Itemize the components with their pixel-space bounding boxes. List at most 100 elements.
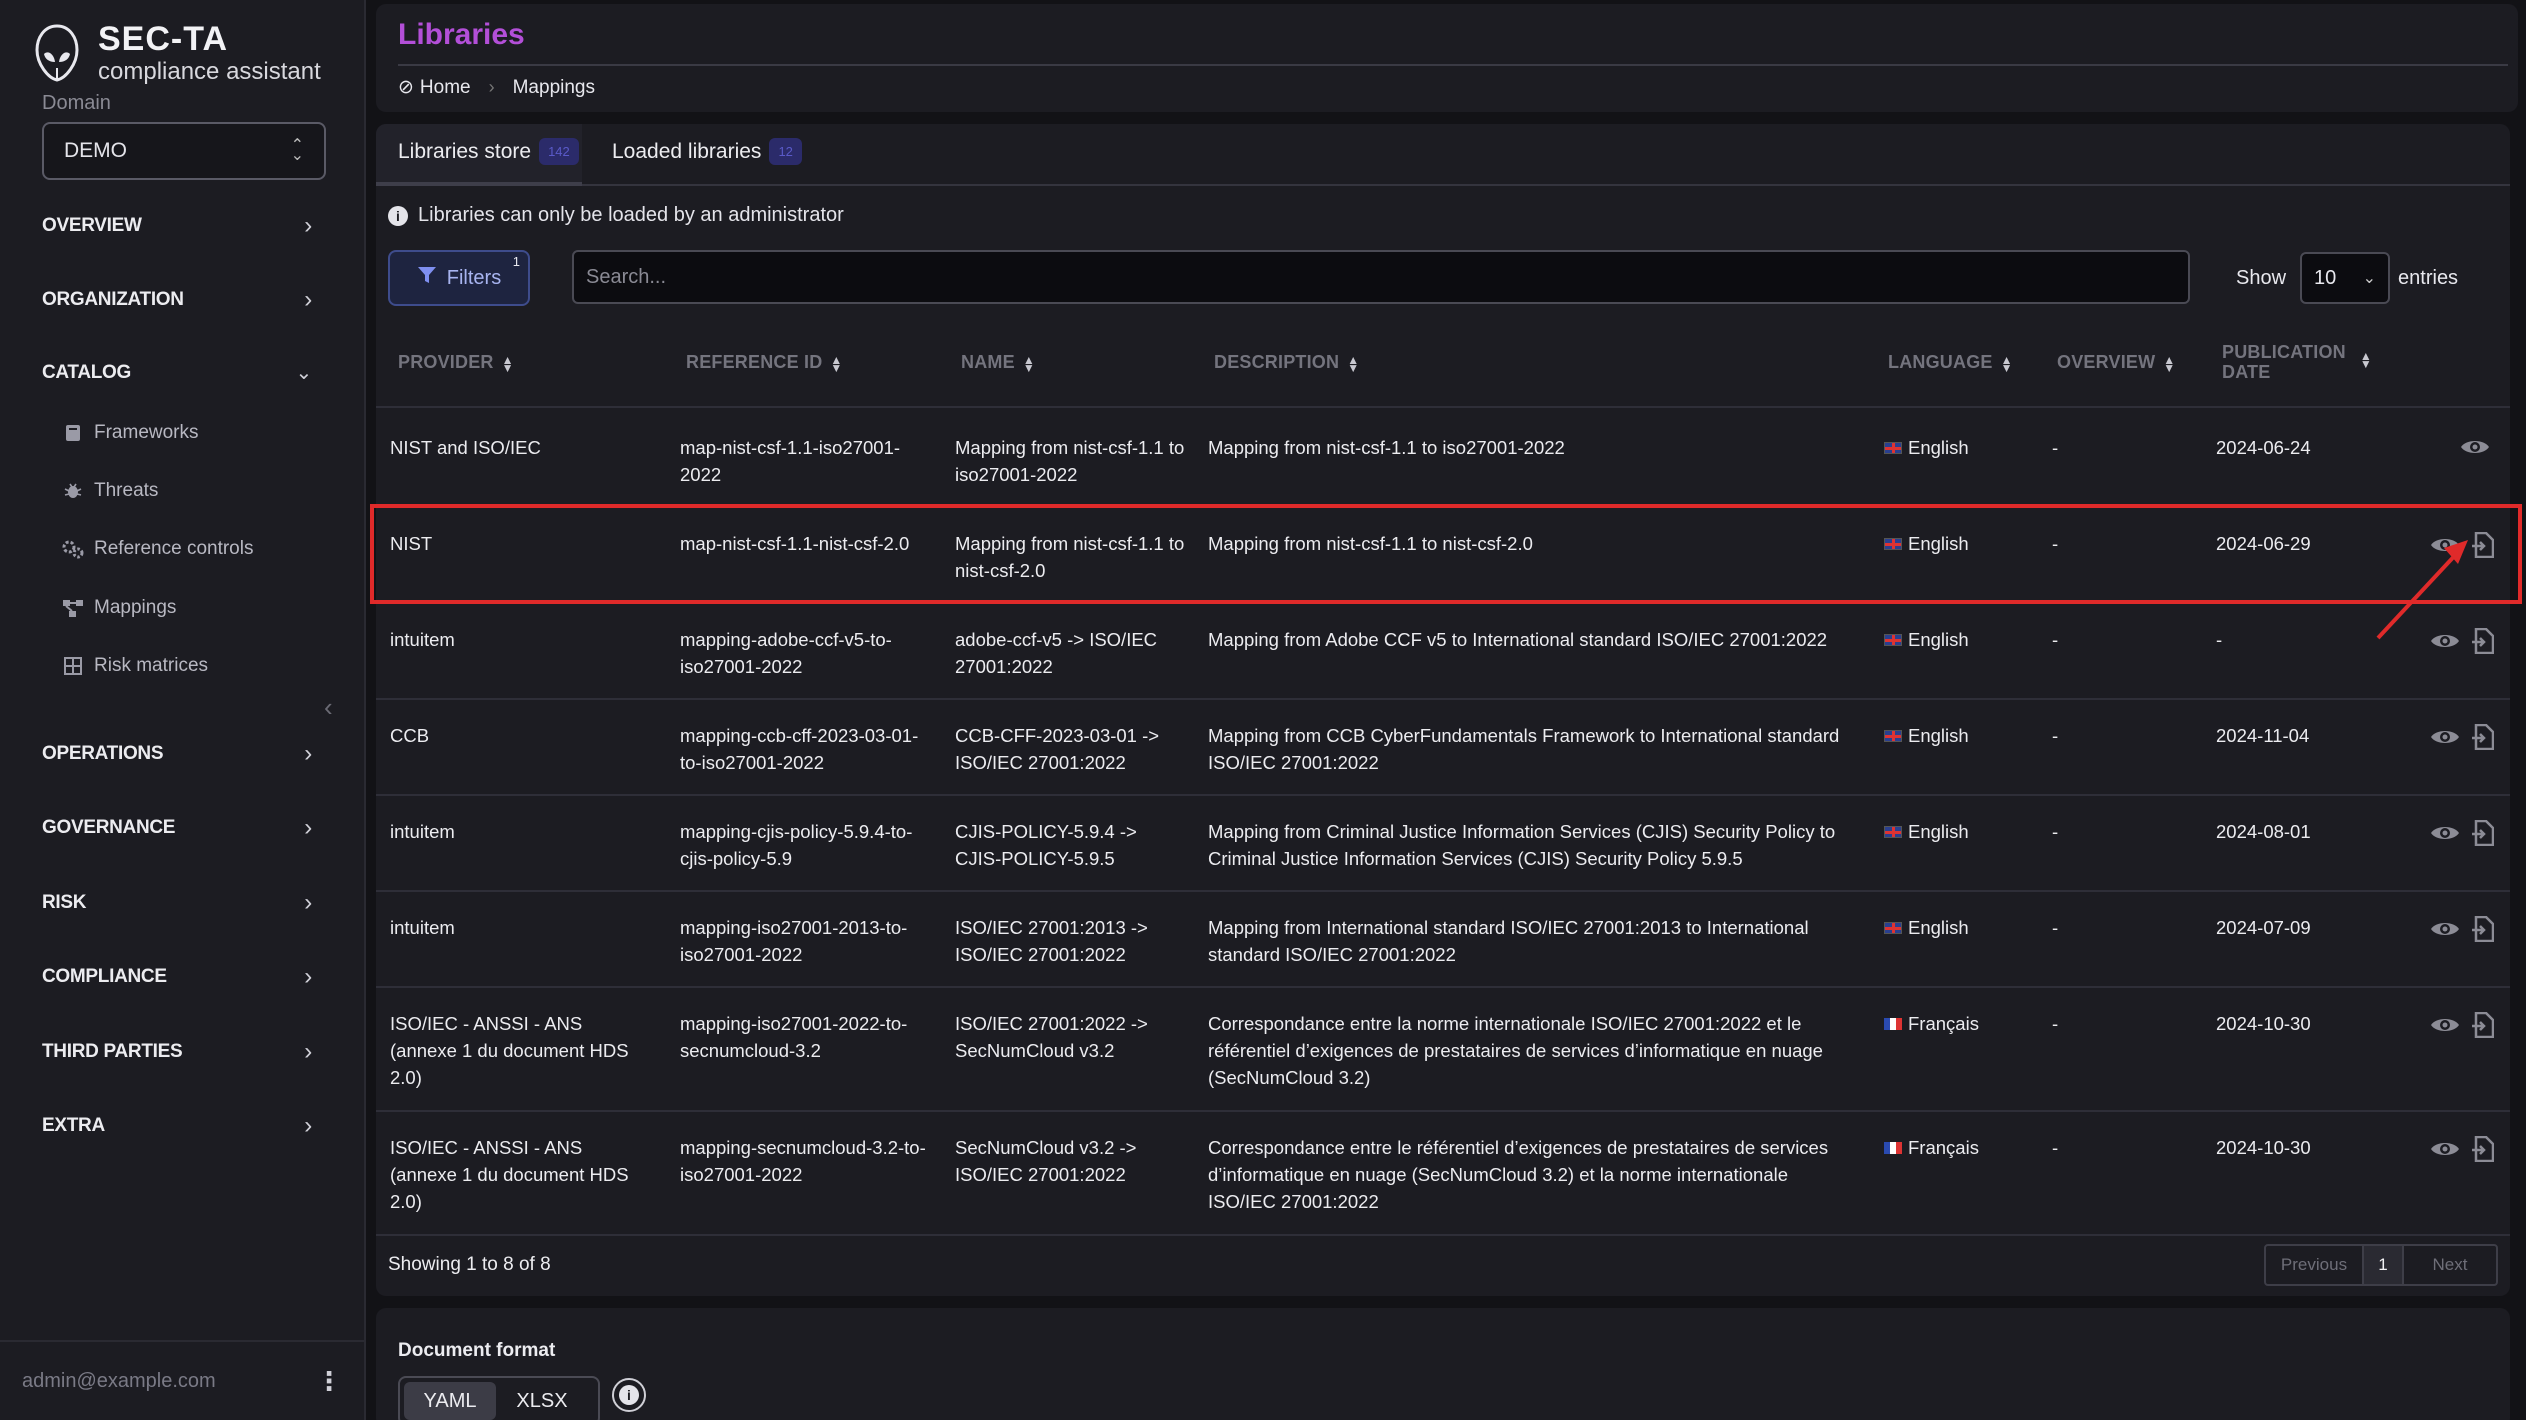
next-page-button[interactable]: Next bbox=[2404, 1246, 2496, 1284]
cell-provider: NIST and ISO/IEC bbox=[390, 437, 541, 458]
domain-value: DEMO bbox=[64, 139, 127, 162]
tab-label: Libraries store bbox=[398, 139, 532, 163]
nav-extra[interactable]: EXTRA › bbox=[42, 1112, 312, 1140]
eye-icon[interactable] bbox=[2430, 822, 2460, 844]
user-email: admin@example.com bbox=[22, 1369, 216, 1392]
table-row[interactable]: ISO/IEC - ANSSI - ANS (annexe 1 du docum… bbox=[376, 1112, 2510, 1236]
cell-language: English bbox=[1884, 818, 1969, 845]
format-option-xlsx[interactable]: XLSX bbox=[496, 1382, 588, 1420]
logo[interactable]: SEC-TA compliance assistant bbox=[34, 20, 321, 86]
column-header-language[interactable]: LANGUAGE ▲ ▼ bbox=[1888, 352, 2013, 375]
cell-language: English bbox=[1884, 626, 1969, 653]
sidebar-item-label: Mappings bbox=[94, 597, 177, 618]
page-title: Libraries bbox=[398, 18, 525, 51]
chevron-right-icon: › bbox=[304, 740, 312, 767]
collapse-sidebar-icon[interactable]: ‹ bbox=[324, 692, 333, 723]
eye-icon[interactable] bbox=[2460, 436, 2490, 458]
nav-third-parties[interactable]: THIRD PARTIES › bbox=[42, 1038, 312, 1066]
load-library-icon[interactable] bbox=[2472, 1012, 2494, 1038]
eye-icon[interactable] bbox=[2430, 726, 2460, 748]
row-actions bbox=[2430, 820, 2494, 846]
table-row[interactable]: NIST map-nist-csf-1.1-nist-csf-2.0 Mapping… bbox=[376, 508, 2510, 604]
nav-operations[interactable]: OPERATIONS › bbox=[42, 740, 312, 768]
load-library-icon[interactable] bbox=[2472, 532, 2494, 558]
bug-icon bbox=[62, 480, 84, 502]
search-input[interactable] bbox=[572, 250, 2190, 304]
funnel-icon bbox=[417, 265, 437, 291]
kebab-menu-icon[interactable]: ⋮ bbox=[316, 1366, 342, 1397]
tab-libraries-store[interactable]: Libraries store 142 bbox=[398, 138, 579, 165]
sidebar-item-frameworks[interactable]: Frameworks bbox=[62, 422, 199, 444]
column-label: OVERVIEW bbox=[2057, 352, 2156, 372]
row-actions bbox=[2430, 628, 2494, 654]
sidebar-item-reference-controls[interactable]: Reference controls bbox=[62, 538, 253, 560]
previous-page-button[interactable]: Previous bbox=[2266, 1246, 2362, 1284]
cell-overview: - bbox=[2052, 533, 2059, 554]
column-header-reference-id[interactable]: REFERENCE ID ▲ ▼ bbox=[686, 352, 843, 374]
language-label: English bbox=[1908, 629, 1969, 650]
cell-overview: - bbox=[2052, 1013, 2059, 1034]
language-label: Français bbox=[1908, 1013, 1979, 1034]
table-row[interactable]: NIST and ISO/IEC map-nist-csf-1.1-iso2700… bbox=[376, 412, 2510, 508]
nav-label: THIRD PARTIES bbox=[42, 1041, 183, 1062]
column-label: DESCRIPTION bbox=[1214, 352, 1340, 372]
language-label: English bbox=[1908, 725, 1969, 746]
sidebar-item-risk-matrices[interactable]: Risk matrices bbox=[62, 655, 208, 677]
cell-provider: ISO/IEC - ANSSI - ANS (annexe 1 du docum… bbox=[390, 1137, 629, 1212]
nav-catalog[interactable]: CATALOG ⌄ bbox=[42, 360, 312, 385]
nav-governance[interactable]: GOVERNANCE › bbox=[42, 814, 312, 842]
column-header-name[interactable]: NAME ▲ ▼ bbox=[961, 352, 1035, 374]
column-header-overview[interactable]: OVERVIEW ▲ ▼ bbox=[2057, 352, 2175, 374]
eye-icon[interactable] bbox=[2430, 1014, 2460, 1036]
eye-icon[interactable] bbox=[2430, 1138, 2460, 1160]
format-info-button[interactable]: i bbox=[612, 1378, 646, 1412]
load-library-icon[interactable] bbox=[2472, 1136, 2494, 1162]
page-size-control: Show 10 ⌄ entries bbox=[2236, 252, 2458, 304]
chevron-right-icon: › bbox=[304, 1112, 312, 1139]
eye-icon[interactable] bbox=[2430, 918, 2460, 940]
cell-language: English bbox=[1884, 722, 1969, 749]
table-row[interactable]: CCB mapping-ccb-cff-2023-03-01-to-iso2700… bbox=[376, 700, 2510, 796]
nav-compliance[interactable]: COMPLIANCE › bbox=[42, 963, 312, 991]
table-row[interactable]: intuitem mapping-cjis-policy-5.9.4-to-cji… bbox=[376, 796, 2510, 892]
eye-icon[interactable] bbox=[2430, 534, 2460, 556]
column-header-provider[interactable]: PROVIDER ▲ ▼ bbox=[398, 352, 514, 374]
cell-date: 2024-06-24 bbox=[2216, 437, 2311, 458]
row-actions bbox=[2460, 436, 2502, 458]
nav-overview[interactable]: OVERVIEW › bbox=[42, 212, 312, 240]
table-row[interactable]: ISO/IEC - ANSSI - ANS (annexe 1 du docum… bbox=[376, 988, 2510, 1112]
load-library-icon[interactable] bbox=[2472, 628, 2494, 654]
cell-date: 2024-10-30 bbox=[2216, 1137, 2311, 1158]
column-header-description[interactable]: DESCRIPTION ▲ ▼ bbox=[1214, 352, 1360, 375]
format-option-yaml[interactable]: YAML bbox=[404, 1382, 496, 1420]
page-1-button[interactable]: 1 bbox=[2362, 1246, 2404, 1284]
cell-ref: mapping-ccb-cff-2023-03-01-to-iso27001-2… bbox=[680, 725, 919, 773]
eye-icon[interactable] bbox=[2430, 630, 2460, 652]
cell-provider: intuitem bbox=[390, 917, 455, 938]
sort-icon: ▲ ▼ bbox=[1347, 353, 1360, 375]
gears-icon bbox=[62, 538, 84, 560]
updown-icon: ⌃ ⌄ bbox=[290, 137, 304, 164]
document-format-label: Document format bbox=[398, 1340, 556, 1361]
load-library-icon[interactable] bbox=[2472, 916, 2494, 942]
table-row[interactable]: intuitem mapping-adobe-ccf-v5-to-iso27001… bbox=[376, 604, 2510, 700]
cell-language: English bbox=[1884, 530, 1969, 557]
load-library-icon[interactable] bbox=[2472, 820, 2494, 846]
chevron-right-icon: › bbox=[304, 286, 312, 313]
sort-icon: ▲ ▼ bbox=[2000, 353, 2013, 375]
domain-select[interactable]: DEMO ⌃ ⌄ bbox=[42, 122, 326, 180]
cell-provider: intuitem bbox=[390, 629, 455, 650]
cell-desc: Mapping from nist-csf-1.1 to nist-csf-2.… bbox=[1208, 533, 1533, 554]
tab-loaded-libraries[interactable]: Loaded libraries 12 bbox=[612, 138, 802, 165]
cell-desc: Mapping from Criminal Justice Informatio… bbox=[1208, 821, 1836, 869]
nav-organization[interactable]: ORGANIZATION › bbox=[42, 286, 312, 314]
page-size-select[interactable]: 10 ⌄ bbox=[2300, 252, 2391, 304]
filters-button[interactable]: Filters 1 bbox=[388, 250, 530, 306]
column-header-publication-date[interactable]: PUBLICATION DATE ▲ ▼ bbox=[2222, 342, 2372, 382]
breadcrumb-home[interactable]: Home bbox=[420, 77, 471, 99]
sidebar-item-threats[interactable]: Threats bbox=[62, 480, 158, 502]
load-library-icon[interactable] bbox=[2472, 724, 2494, 750]
nav-risk[interactable]: RISK › bbox=[42, 889, 312, 917]
sidebar-item-mappings[interactable]: Mappings bbox=[62, 597, 176, 619]
table-row[interactable]: intuitem mapping-iso27001-2013-to-iso2700… bbox=[376, 892, 2510, 988]
